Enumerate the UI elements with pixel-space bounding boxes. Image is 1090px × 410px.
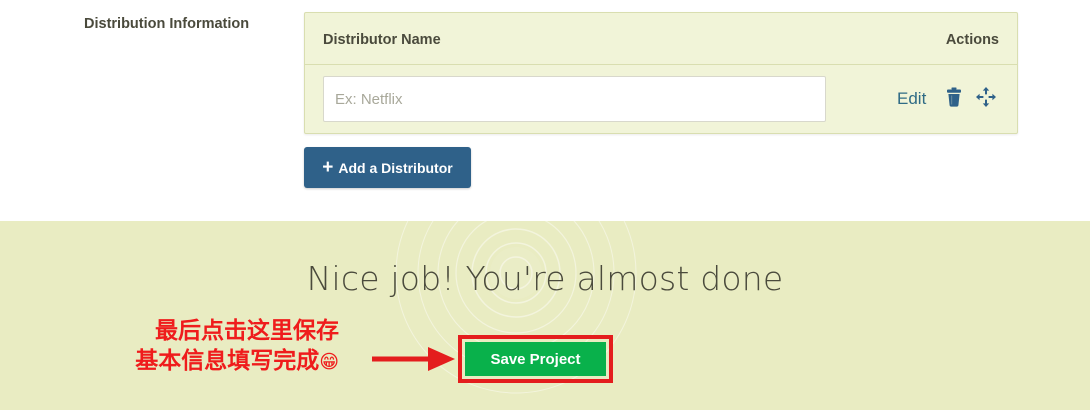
save-footer: Nice job! You're almost done 最后点击这里保存 基本…: [0, 221, 1090, 410]
table-row: Edit: [305, 66, 1017, 134]
table-header: Distributor Name Actions: [305, 13, 1017, 65]
distribution-section: Distribution Information Distributor Nam…: [0, 0, 1090, 221]
trash-icon[interactable]: [946, 87, 962, 107]
arrow-right-icon: [372, 347, 455, 371]
annotation-line-1: 最后点击这里保存: [155, 318, 339, 344]
save-project-button[interactable]: Save Project: [465, 342, 606, 376]
plus-icon: +: [322, 157, 334, 178]
distributor-table: Distributor Name Actions Edit: [304, 12, 1018, 134]
annotation-line-2: 基本信息填写完成😁: [135, 348, 339, 374]
distributor-name-input[interactable]: [323, 76, 826, 122]
save-highlight-frame: Save Project: [458, 335, 613, 383]
grinning-emoji-icon: 😁: [319, 351, 339, 373]
completion-message: Nice job! You're almost done: [306, 259, 784, 298]
annotation-text: 最后点击这里保存 基本信息填写完成😁: [81, 316, 339, 377]
edit-link[interactable]: Edit: [897, 89, 926, 109]
column-header-distributor-name: Distributor Name: [323, 32, 441, 48]
move-icon[interactable]: [975, 86, 997, 108]
add-distributor-button[interactable]: + Add a Distributor: [304, 147, 471, 188]
section-label: Distribution Information: [84, 16, 250, 32]
column-header-actions: Actions: [945, 32, 999, 48]
add-distributor-label: Add a Distributor: [338, 159, 453, 176]
